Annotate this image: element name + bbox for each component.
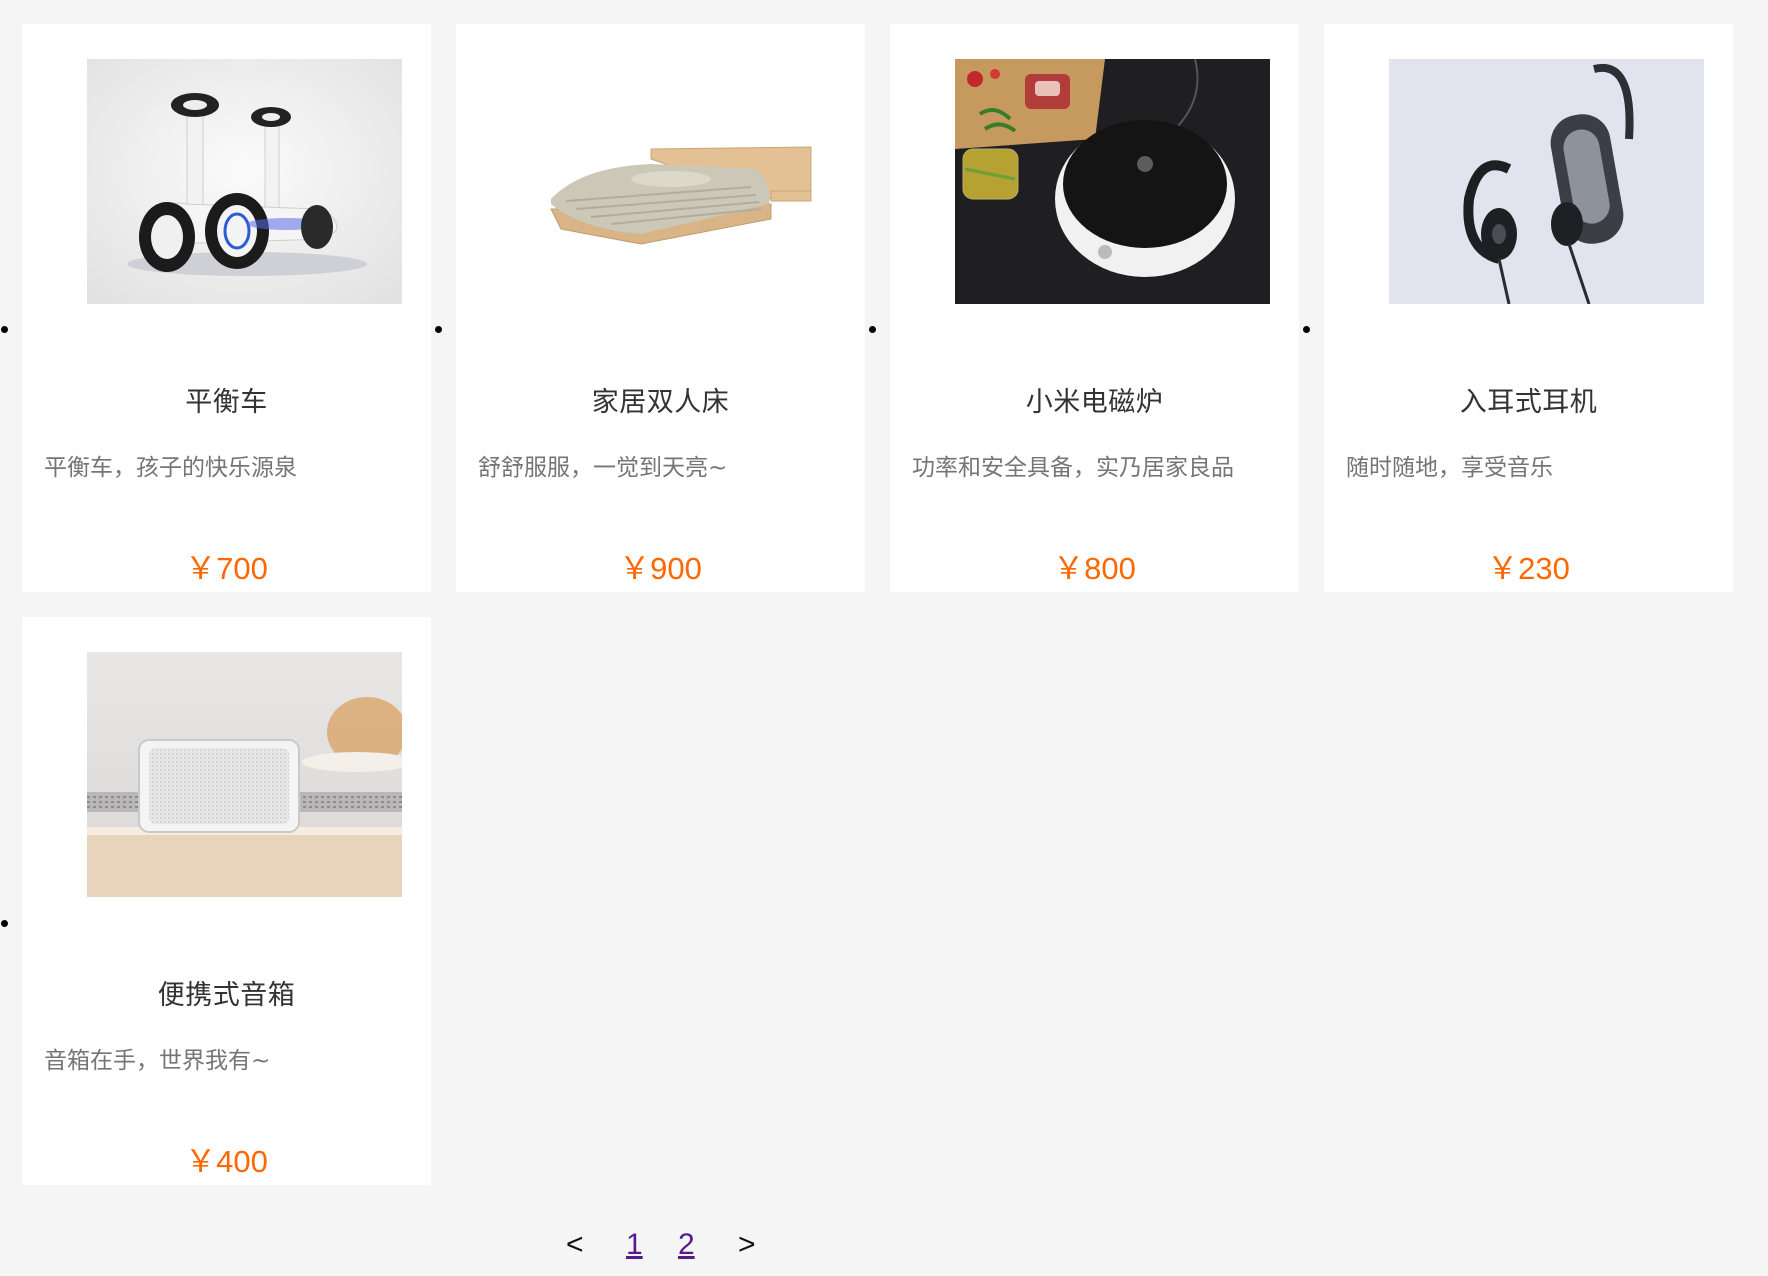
pagination: < 1 2 > (0, 1228, 1768, 1270)
product-name: 便携式音箱 (157, 980, 296, 1011)
earphones-image (1389, 59, 1704, 304)
product-name: 平衡车 (185, 387, 268, 418)
product-price: ￥900 (619, 551, 702, 586)
double-bed-image (521, 59, 836, 304)
list-bullet (1303, 326, 1310, 333)
product-card[interactable]: 平衡车 平衡车，孩子的快乐源泉 ￥700 (22, 24, 431, 592)
prev-page-button[interactable]: < (566, 1228, 584, 1262)
list-bullet (1, 920, 8, 927)
product-description: 功率和安全具备，实乃居家良品 (912, 455, 1234, 481)
next-page-button[interactable]: > (738, 1228, 756, 1262)
product-image-cooker[interactable] (955, 59, 1270, 304)
product-name: 家居双人床 (591, 387, 730, 418)
product-card[interactable]: 小米电磁炉 功率和安全具备，实乃居家良品 ￥800 (890, 24, 1299, 592)
list-bullet (435, 326, 442, 333)
induction-cooker-image (955, 59, 1270, 304)
product-description: 音箱在手，世界我有~ (44, 1048, 271, 1074)
product-image-bed[interactable] (521, 59, 836, 304)
self-balancing-scooter-image (87, 59, 402, 304)
product-name: 入耳式耳机 (1459, 387, 1598, 418)
product-image-scooter[interactable] (87, 59, 402, 304)
product-name: 小米电磁炉 (1025, 387, 1164, 418)
page-link-1[interactable]: 1 (626, 1228, 643, 1262)
product-card[interactable]: 便携式音箱 音箱在手，世界我有~ ￥400 (22, 617, 431, 1185)
product-description: 随时随地，享受音乐 (1346, 455, 1553, 481)
product-description: 舒舒服服，一觉到天亮~ (478, 455, 728, 481)
product-price: ￥400 (185, 1144, 268, 1179)
product-card[interactable]: 入耳式耳机 随时随地，享受音乐 ￥230 (1324, 24, 1733, 592)
product-image-speaker[interactable] (87, 652, 402, 897)
page-link-2[interactable]: 2 (678, 1228, 695, 1262)
product-image-earphones[interactable] (1389, 59, 1704, 304)
list-bullet (869, 326, 876, 333)
product-price: ￥230 (1487, 551, 1570, 586)
product-list-page: 平衡车 平衡车，孩子的快乐源泉 ￥700 家居双人床 舒舒服服，一觉到天亮~ ￥… (0, 0, 1768, 1276)
product-price: ￥800 (1053, 551, 1136, 586)
product-price: ￥700 (185, 551, 268, 586)
portable-speaker-image (87, 652, 402, 897)
product-card[interactable]: 家居双人床 舒舒服服，一觉到天亮~ ￥900 (456, 24, 865, 592)
product-description: 平衡车，孩子的快乐源泉 (44, 455, 297, 481)
list-bullet (1, 326, 8, 333)
